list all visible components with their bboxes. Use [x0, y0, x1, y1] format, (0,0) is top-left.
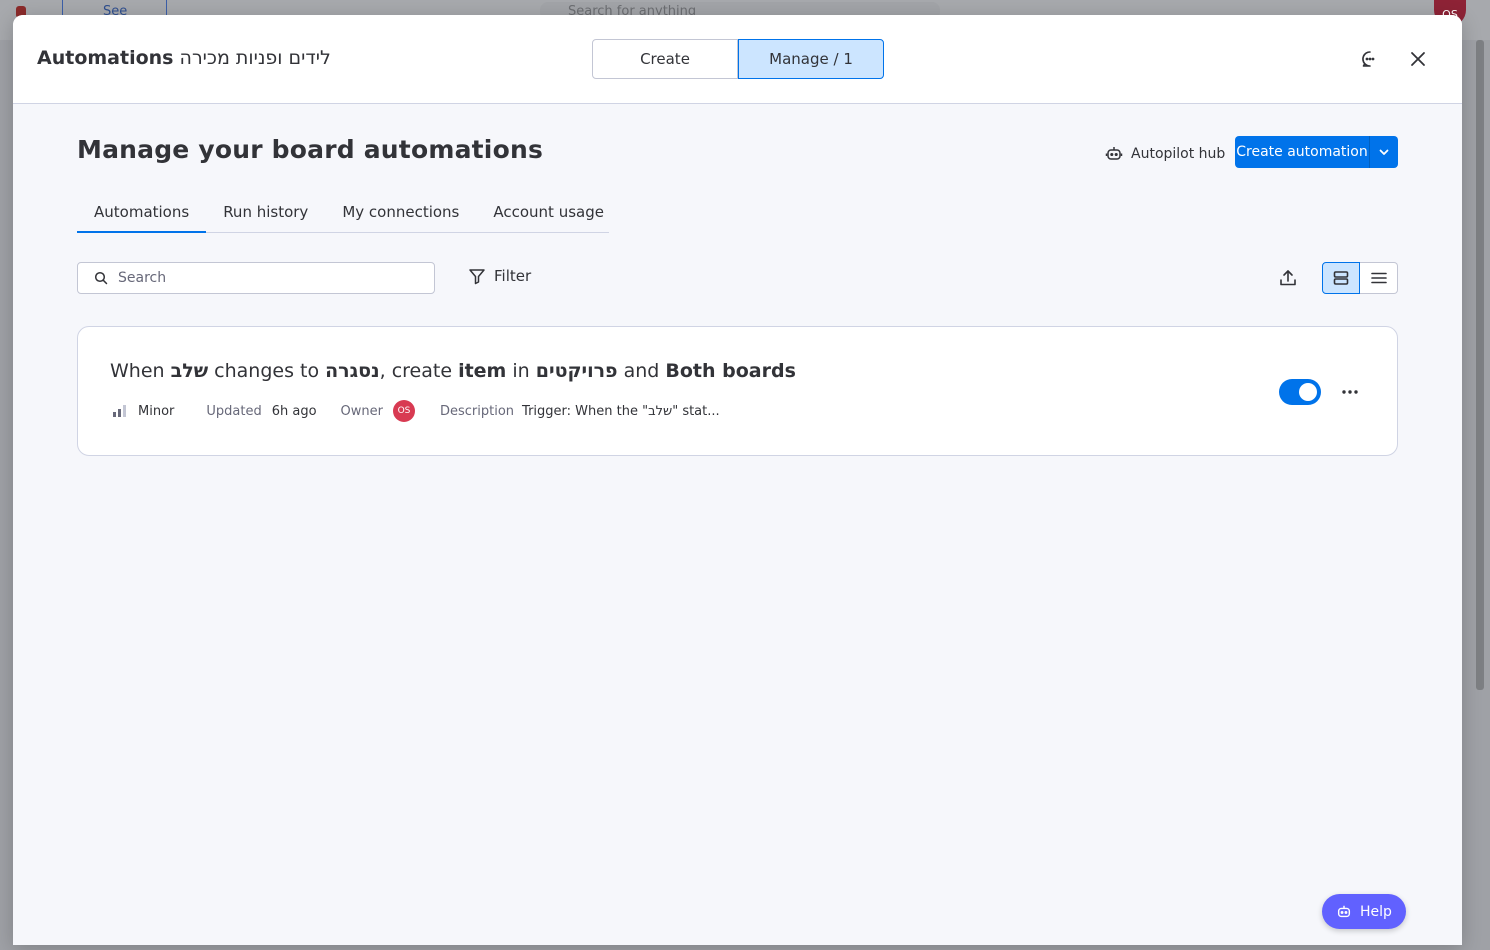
impact-bars-icon [113, 405, 126, 417]
owner-label: Owner [340, 403, 383, 419]
list-view-icon [1370, 272, 1387, 284]
robot-icon [1337, 905, 1351, 917]
modal-header: Automations לידים ופניות מכירה Create Ma… [13, 15, 1462, 104]
sentence-both-boards: Both boards [665, 360, 796, 382]
view-toggle [1322, 262, 1398, 294]
automation-card[interactable]: When שלב changes to נסגרה, create item i… [77, 326, 1398, 456]
updated-value: 6h ago [271, 403, 317, 419]
modal-title-board: לידים ופניות מכירה [179, 47, 331, 69]
modal-title-bold: Automations [37, 47, 174, 69]
more-actions-icon[interactable] [1337, 379, 1363, 405]
search-input[interactable] [118, 270, 398, 286]
sentence-status-value: נסגרה [325, 360, 380, 382]
create-automation-button[interactable]: Create automation [1235, 136, 1369, 168]
card-view-button[interactable] [1322, 262, 1360, 294]
automation-enabled-toggle[interactable] [1279, 379, 1321, 405]
automation-tabs: Automations Run history My connections A… [77, 197, 609, 233]
chevron-down-icon [1379, 149, 1389, 155]
sentence-text: and [617, 360, 666, 382]
background-scrollbar [1476, 40, 1484, 690]
robot-icon [1105, 147, 1123, 160]
owner-avatar[interactable]: OS [393, 400, 415, 422]
autopilot-hub-label: Autopilot hub [1131, 146, 1226, 162]
sentence-text: changes to [208, 360, 326, 382]
create-tab-button[interactable]: Create [592, 39, 738, 79]
tab-automations[interactable]: Automations [77, 197, 207, 233]
tab-account-usage[interactable]: Account usage [476, 197, 621, 233]
help-label: Help [1360, 903, 1392, 920]
feedback-icon[interactable] [1358, 47, 1382, 71]
updated-label: Updated [206, 403, 262, 419]
toggle-knob [1299, 383, 1317, 401]
page-title: Manage your board automations [77, 135, 544, 164]
sentence-item: item [458, 360, 507, 382]
background-right [1462, 40, 1490, 950]
filter-icon [469, 269, 485, 285]
create-manage-switch: Create Manage / 1 [592, 39, 884, 79]
sentence-text: , create [379, 360, 459, 382]
automations-modal: Automations לידים ופניות מכירה Create Ma… [13, 15, 1462, 945]
description-value: Trigger: When the "שלב" stat... [522, 403, 720, 419]
export-button[interactable] [1275, 265, 1301, 291]
automation-meta: Minor Updated 6h ago Owner OS Descriptio… [112, 400, 720, 422]
automation-sentence: When שלב changes to נסגרה, create item i… [110, 360, 796, 382]
sentence-text: in [506, 360, 536, 382]
search-box [77, 262, 435, 294]
tab-my-connections[interactable]: My connections [325, 197, 476, 233]
cards-view-icon [1333, 271, 1349, 285]
close-icon[interactable] [1406, 47, 1430, 71]
filter-label: Filter [494, 267, 532, 285]
search-icon [94, 271, 108, 285]
description-label: Description [440, 403, 515, 419]
create-automation-dropdown[interactable] [1369, 136, 1398, 168]
sentence-text: When [110, 360, 171, 382]
tab-run-history[interactable]: Run history [206, 197, 325, 233]
sentence-column: שלב [170, 360, 209, 382]
list-view-button[interactable] [1360, 262, 1398, 294]
upload-icon [1280, 270, 1296, 286]
create-automation-group: Create automation [1235, 136, 1398, 168]
sentence-target-board: פרויקטים [535, 360, 618, 382]
manage-tab-button[interactable]: Manage / 1 [738, 39, 884, 79]
help-button[interactable]: Help [1322, 894, 1406, 929]
modal-title: Automations לידים ופניות מכירה [37, 47, 331, 69]
filter-button[interactable]: Filter [468, 267, 531, 285]
autopilot-hub-button[interactable]: Autopilot hub [1105, 141, 1225, 167]
background-sidebar [0, 40, 14, 950]
impact-value: Minor [138, 403, 175, 419]
